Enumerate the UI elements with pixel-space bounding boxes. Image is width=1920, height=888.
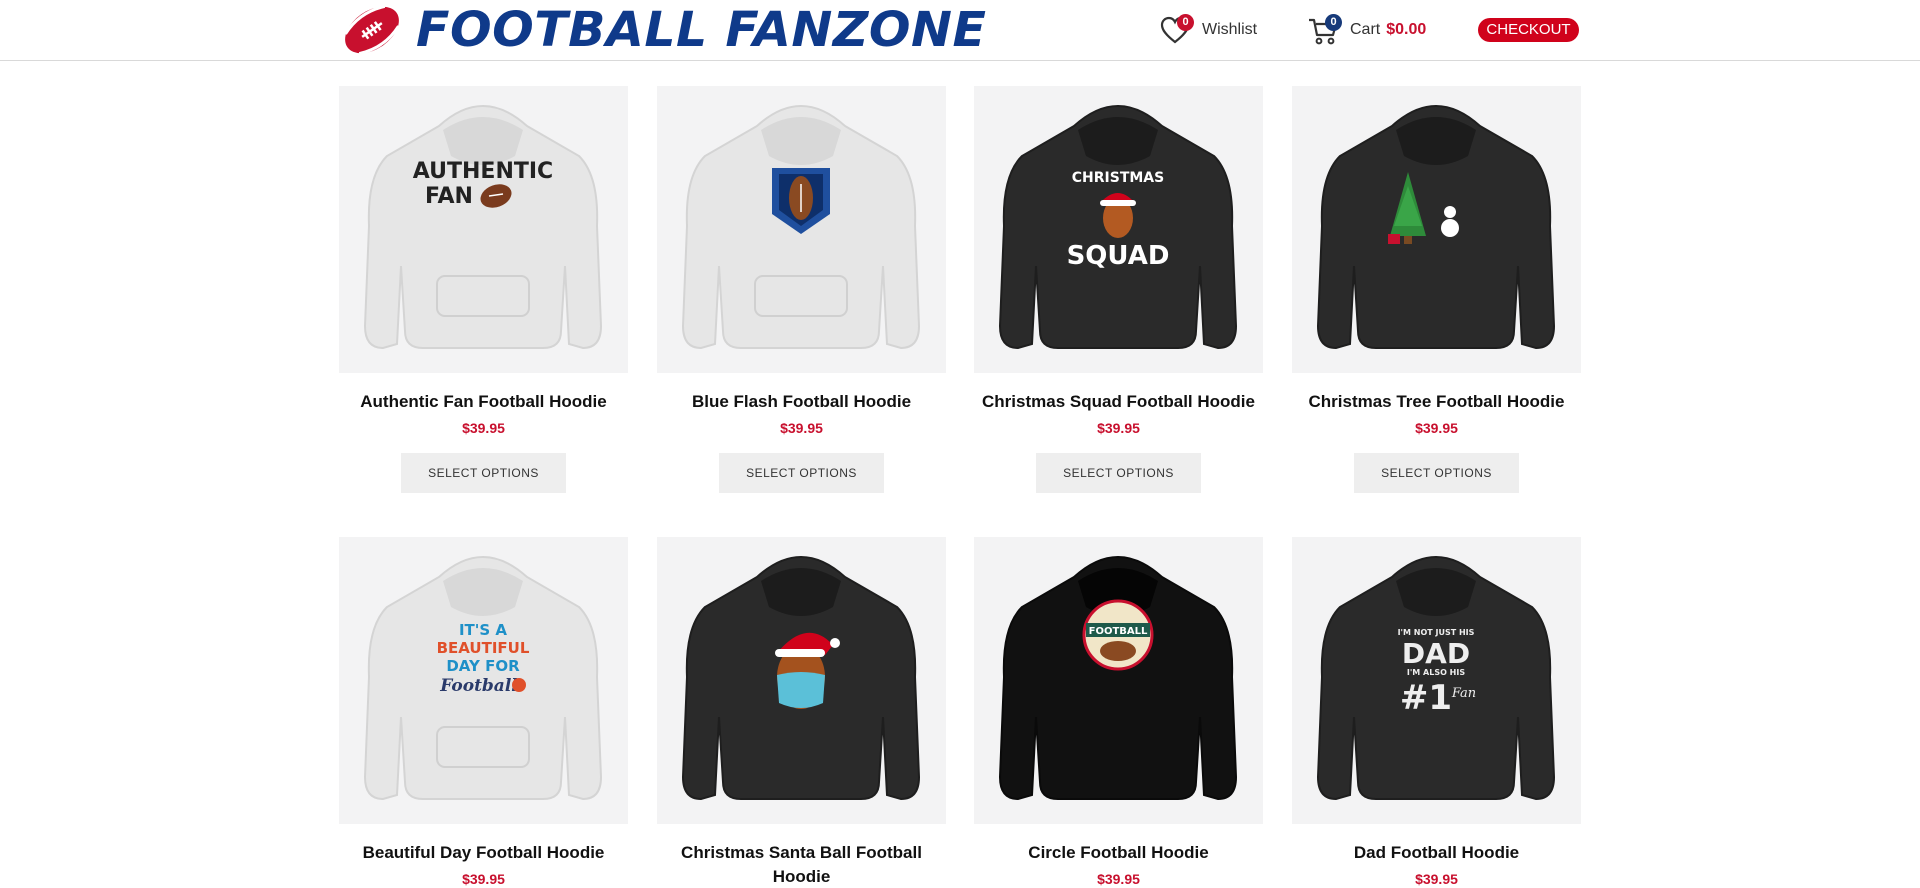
product-price: $39.95 xyxy=(1097,871,1140,887)
site-logo[interactable]: FOOTBALL FANZONE xyxy=(340,4,986,56)
cart-icon: 0 xyxy=(1308,14,1342,46)
product-name[interactable]: Blue Flash Football Hoodie xyxy=(657,390,946,414)
design-text: DAY FOR xyxy=(446,657,520,675)
design-text: CHRISTMAS xyxy=(1072,170,1164,186)
design-text: FOOTBALL xyxy=(1089,626,1148,637)
product-card: Blue Flash Football Hoodie $39.95 SELECT… xyxy=(657,86,946,493)
product-image[interactable]: I'M NOT JUST HIS DAD I'M ALSO HIS #1 Fan xyxy=(1292,537,1581,824)
wishlist-label: Wishlist xyxy=(1202,21,1258,38)
design-text: BEAUTIFUL xyxy=(437,639,530,657)
design-text: SQUAD xyxy=(1067,241,1170,271)
select-options-button[interactable]: SELECT OPTIONS xyxy=(719,453,884,493)
product-name[interactable]: Beautiful Day Football Hoodie xyxy=(339,841,628,865)
product-name[interactable]: Authentic Fan Football Hoodie xyxy=(339,390,628,414)
product-card: Christmas Tree Football Hoodie $39.95 SE… xyxy=(1292,86,1581,493)
design-text: DAD xyxy=(1402,637,1470,670)
product-card: IT'S A BEAUTIFUL DAY FOR Football Beauti… xyxy=(339,537,628,888)
product-price: $39.95 xyxy=(462,420,505,436)
design-text: AUTHENTIC xyxy=(413,159,553,184)
product-name[interactable]: Circle Football Hoodie xyxy=(974,841,1263,865)
product-card: I'M NOT JUST HIS DAD I'M ALSO HIS #1 Fan… xyxy=(1292,537,1581,888)
design-text: I'M NOT JUST HIS xyxy=(1398,628,1475,637)
wishlist-count-badge: 0 xyxy=(1177,14,1194,31)
site-header: FOOTBALL FANZONE 0 Wishlist 0 Cart $0.00… xyxy=(0,0,1920,61)
product-price: $39.95 xyxy=(1415,871,1458,887)
product-name[interactable]: Dad Football Hoodie xyxy=(1292,841,1581,865)
product-image[interactable]: AUTHENTIC FAN xyxy=(339,86,628,373)
product-image[interactable]: FOOTBALL xyxy=(974,537,1263,824)
product-price: $39.95 xyxy=(1415,420,1458,436)
product-price: $39.95 xyxy=(1097,420,1140,436)
product-name[interactable]: Christmas Santa Ball Football Hoodie xyxy=(657,841,946,888)
heart-icon: 0 xyxy=(1160,14,1194,46)
design-text: #1 xyxy=(1400,678,1452,718)
product-image[interactable] xyxy=(1292,86,1581,373)
design-text: I'M ALSO HIS xyxy=(1407,668,1465,677)
product-image[interactable] xyxy=(657,86,946,373)
product-card: FOOTBALL Circle Football Hoodie $39.95 xyxy=(974,537,1263,888)
product-image[interactable]: IT'S A BEAUTIFUL DAY FOR Football xyxy=(339,537,628,824)
product-image[interactable] xyxy=(657,537,946,824)
design-text: FAN xyxy=(425,184,473,209)
product-price: $39.95 xyxy=(780,420,823,436)
product-price: $39.95 xyxy=(462,871,505,887)
cart-count-badge: 0 xyxy=(1325,14,1342,31)
wishlist-link[interactable]: 0 Wishlist xyxy=(1160,14,1257,46)
design-text: Football xyxy=(439,676,518,696)
product-card: Christmas Santa Ball Football Hoodie xyxy=(657,537,946,888)
football-logo-icon xyxy=(344,4,400,56)
cart-link[interactable]: 0 Cart $0.00 xyxy=(1308,14,1426,46)
product-name[interactable]: Christmas Tree Football Hoodie xyxy=(1292,390,1581,414)
cart-label: Cart xyxy=(1350,21,1381,38)
select-options-button[interactable]: SELECT OPTIONS xyxy=(1354,453,1519,493)
select-options-button[interactable]: SELECT OPTIONS xyxy=(1036,453,1201,493)
product-card: CHRISTMAS SQUAD Christmas Squad Football… xyxy=(974,86,1263,493)
product-card: AUTHENTIC FAN Authentic Fan Football Hoo… xyxy=(339,86,628,493)
product-name[interactable]: Christmas Squad Football Hoodie xyxy=(974,390,1263,414)
design-text: Fan xyxy=(1451,686,1476,701)
checkout-button[interactable]: CHECKOUT xyxy=(1478,18,1579,42)
design-text: IT'S A xyxy=(459,621,507,639)
logo-text: FOOTBALL FANZONE xyxy=(416,2,987,58)
cart-total: $0.00 xyxy=(1386,21,1427,38)
product-image[interactable]: CHRISTMAS SQUAD xyxy=(974,86,1263,373)
select-options-button[interactable]: SELECT OPTIONS xyxy=(401,453,566,493)
